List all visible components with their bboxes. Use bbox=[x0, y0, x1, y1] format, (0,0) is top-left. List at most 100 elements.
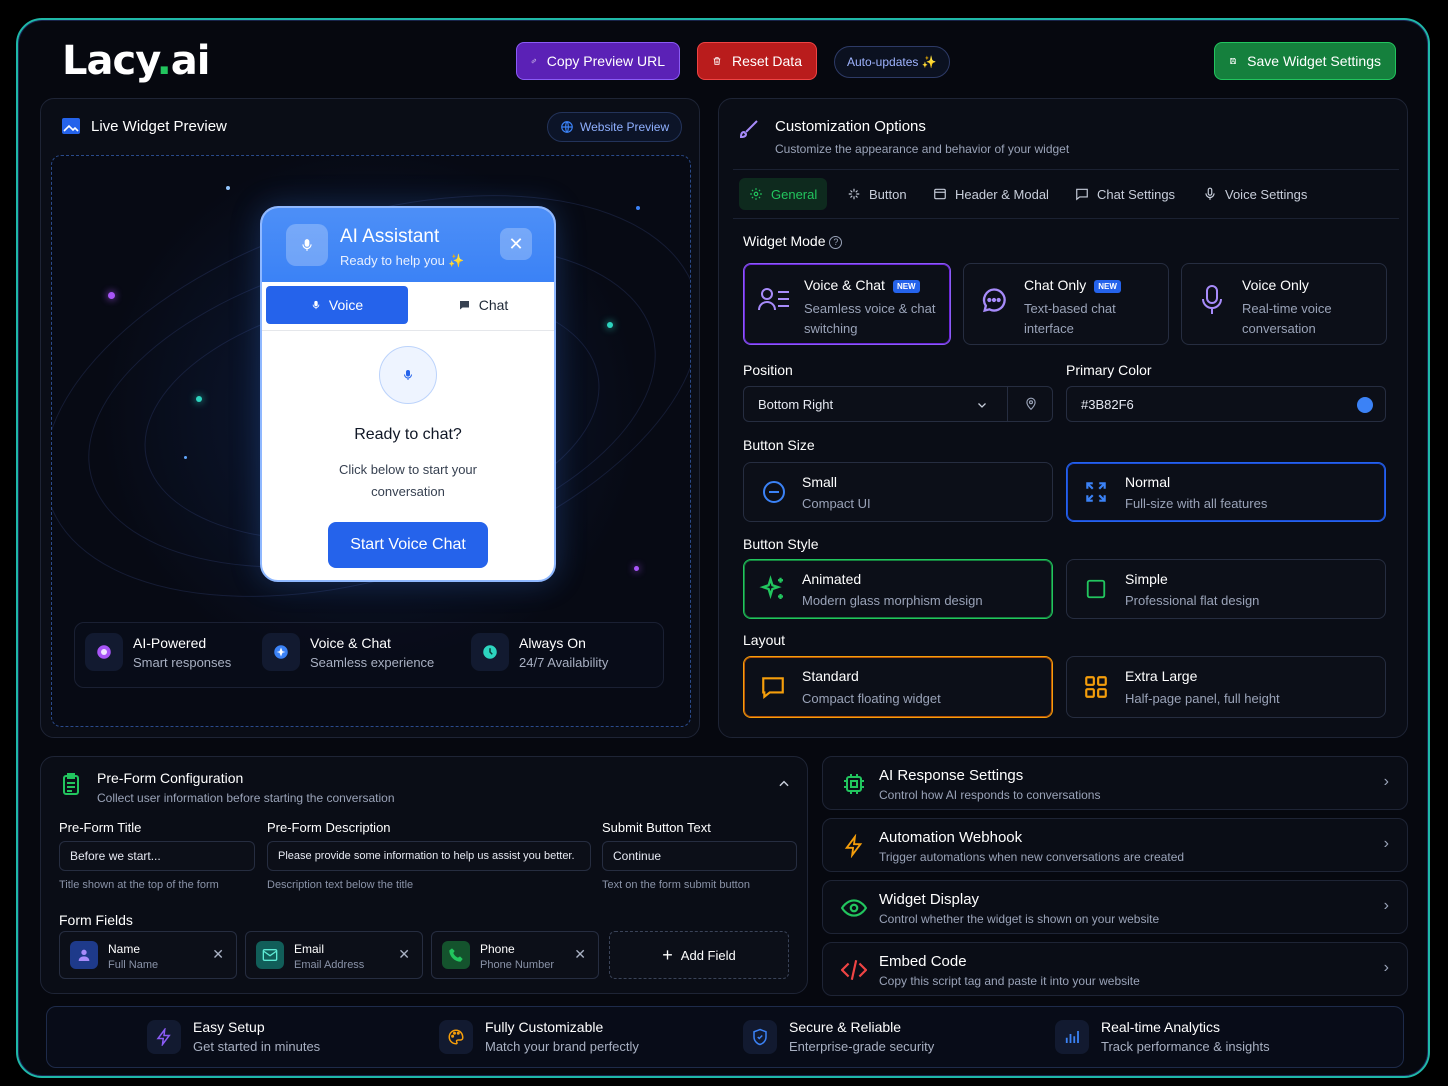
users-list-icon bbox=[758, 288, 789, 311]
size-small[interactable]: Small Compact UI bbox=[743, 462, 1053, 522]
widget-title: AI Assistant bbox=[340, 226, 440, 247]
save-icon bbox=[1230, 57, 1236, 65]
reset-data-button[interactable]: Reset Data bbox=[697, 42, 817, 80]
new-badge: NEW bbox=[892, 279, 920, 293]
tab-chat[interactable]: Chat bbox=[412, 286, 554, 324]
message-square-icon bbox=[762, 677, 784, 700]
star bbox=[634, 566, 639, 571]
mic-icon bbox=[312, 300, 320, 310]
section-embed-code[interactable]: Embed Code Copy this script tag and past… bbox=[822, 942, 1408, 996]
mic-icon bbox=[1205, 187, 1215, 200]
copy-preview-url-button[interactable]: Copy Preview URL bbox=[516, 42, 680, 80]
bar-chart-icon bbox=[1055, 1019, 1089, 1054]
mic-icon[interactable] bbox=[379, 346, 437, 404]
chevron-right-icon: › bbox=[1383, 897, 1389, 914]
star bbox=[184, 456, 187, 459]
star bbox=[226, 186, 230, 190]
primary-color-input[interactable]: #3B82F6 bbox=[1066, 386, 1386, 422]
sparkle-icon bbox=[848, 188, 860, 200]
customization-title: Customization Options bbox=[775, 118, 926, 135]
style-animated[interactable]: Animated Modern glass morphism design bbox=[743, 559, 1053, 619]
plus-icon: + bbox=[662, 944, 673, 965]
remove-field-icon[interactable]: ✕ bbox=[212, 946, 224, 963]
tab-chat-settings[interactable]: Chat Settings bbox=[1065, 178, 1185, 210]
minus-circle-icon bbox=[763, 481, 785, 503]
add-field-button[interactable]: + Add Field bbox=[609, 931, 789, 979]
gear-icon bbox=[750, 188, 762, 200]
chat-bubble-icon bbox=[459, 301, 469, 310]
layout-label: Layout bbox=[743, 632, 786, 648]
section-ai-response[interactable]: AI Response Settings Control how AI resp… bbox=[822, 756, 1408, 810]
feature-voice-chat: Voice & Chat Seamless experience bbox=[262, 633, 434, 671]
preform-desc-label: Pre-Form Description bbox=[267, 820, 391, 835]
style-simple[interactable]: Simple Professional flat design bbox=[1066, 559, 1386, 619]
position-select[interactable]: Bottom Right bbox=[743, 386, 1053, 422]
button-style-label: Button Style bbox=[743, 536, 819, 552]
feature-footer: Easy Setup Get started in minutes Fully C… bbox=[46, 1006, 1404, 1068]
mic-icon bbox=[1202, 285, 1222, 314]
close-icon[interactable]: ✕ bbox=[500, 228, 532, 260]
lightning-icon bbox=[147, 1019, 181, 1054]
submit-text-label: Submit Button Text bbox=[602, 820, 711, 835]
eye-icon bbox=[841, 895, 867, 921]
live-preview-panel: Live Widget Preview Website Preview AI A… bbox=[40, 98, 700, 738]
star bbox=[196, 396, 202, 402]
sparkle-icon bbox=[262, 633, 300, 671]
layout-standard[interactable]: Standard Compact floating widget bbox=[743, 656, 1053, 718]
chevron-right-icon: › bbox=[1383, 835, 1389, 852]
star bbox=[108, 292, 115, 299]
expand-icon bbox=[1086, 482, 1106, 502]
start-voice-chat-button[interactable]: Start Voice Chat bbox=[328, 522, 488, 568]
logo: Lacy.ai bbox=[62, 38, 210, 84]
preform-title-input[interactable]: Before we start... bbox=[59, 841, 255, 871]
tab-header-modal[interactable]: Header & Modal bbox=[923, 178, 1059, 210]
remove-field-icon[interactable]: ✕ bbox=[398, 946, 410, 963]
sparkles-icon bbox=[759, 575, 783, 600]
form-field-email[interactable]: Email Email Address ✕ bbox=[245, 931, 423, 979]
feature-always-on: Always On 24/7 Availability bbox=[471, 633, 608, 671]
customization-tabs: General Button Header & Modal Chat Setti… bbox=[733, 169, 1399, 219]
save-widget-settings-button[interactable]: Save Widget Settings bbox=[1214, 42, 1396, 80]
form-field-name[interactable]: Name Full Name ✕ bbox=[59, 931, 237, 979]
new-badge: NEW bbox=[1094, 279, 1121, 293]
tab-voice-settings[interactable]: Voice Settings bbox=[1193, 178, 1317, 210]
section-automation-webhook[interactable]: Automation Webhook Trigger automations w… bbox=[822, 818, 1408, 872]
section-widget-display[interactable]: Widget Display Control whether the widge… bbox=[822, 880, 1408, 934]
chat-dots-icon bbox=[982, 288, 1006, 313]
tab-general[interactable]: General bbox=[739, 178, 828, 210]
tab-voice[interactable]: Voice bbox=[266, 286, 408, 324]
preform-subtitle: Collect user information before starting… bbox=[97, 791, 395, 805]
submit-text-hint: Text on the form submit button bbox=[602, 879, 750, 891]
preform-title-hint: Title shown at the top of the form bbox=[59, 879, 219, 891]
size-normal[interactable]: Normal Full-size with all features bbox=[1066, 462, 1386, 522]
button-size-label: Button Size bbox=[743, 437, 815, 453]
form-field-phone[interactable]: Phone Phone Number ✕ bbox=[431, 931, 599, 979]
mode-voice-only[interactable]: Voice Only Real-time voice conversation bbox=[1181, 263, 1387, 345]
layout-extra-large[interactable]: Extra Large Half-page panel, full height bbox=[1066, 656, 1386, 718]
color-swatch[interactable] bbox=[1357, 397, 1373, 413]
tab-button[interactable]: Button bbox=[837, 178, 917, 210]
mode-voice-chat[interactable]: Voice & Chat NEW Seamless voice & chat sw… bbox=[743, 263, 951, 345]
submit-text-input[interactable]: Continue bbox=[602, 841, 797, 871]
chevron-up-icon[interactable] bbox=[777, 777, 791, 791]
customization-subtitle: Customize the appearance and behavior of… bbox=[775, 142, 1070, 156]
widget-mic-icon bbox=[286, 224, 328, 266]
preview-stage: AI Assistant Ready to help you ✨ ✕ Voice… bbox=[51, 155, 691, 727]
lightning-icon bbox=[841, 833, 867, 859]
code-icon bbox=[841, 957, 867, 983]
website-preview-button[interactable]: Website Preview bbox=[547, 112, 683, 142]
clipboard-icon bbox=[63, 773, 79, 795]
chat-widget-preview: AI Assistant Ready to help you ✨ ✕ Voice… bbox=[260, 206, 556, 582]
remove-field-icon[interactable]: ✕ bbox=[574, 946, 586, 963]
widget-heading: Ready to chat? bbox=[354, 426, 462, 443]
widget-mode-label: Widget Mode ? bbox=[743, 233, 843, 249]
preview-title: Live Widget Preview bbox=[91, 118, 227, 135]
shield-icon bbox=[743, 1019, 777, 1054]
cpu-icon bbox=[841, 771, 867, 797]
mail-icon bbox=[256, 941, 284, 969]
mode-chat-only[interactable]: Chat Only NEW Text-based chat interface bbox=[963, 263, 1169, 345]
footer-analytics: Real-time Analytics Track performance & i… bbox=[1055, 1019, 1270, 1054]
preform-description-input[interactable]: Please provide some information to help … bbox=[267, 841, 591, 871]
chevron-right-icon: › bbox=[1383, 773, 1389, 790]
footer-easy-setup: Easy Setup Get started in minutes bbox=[147, 1019, 320, 1054]
